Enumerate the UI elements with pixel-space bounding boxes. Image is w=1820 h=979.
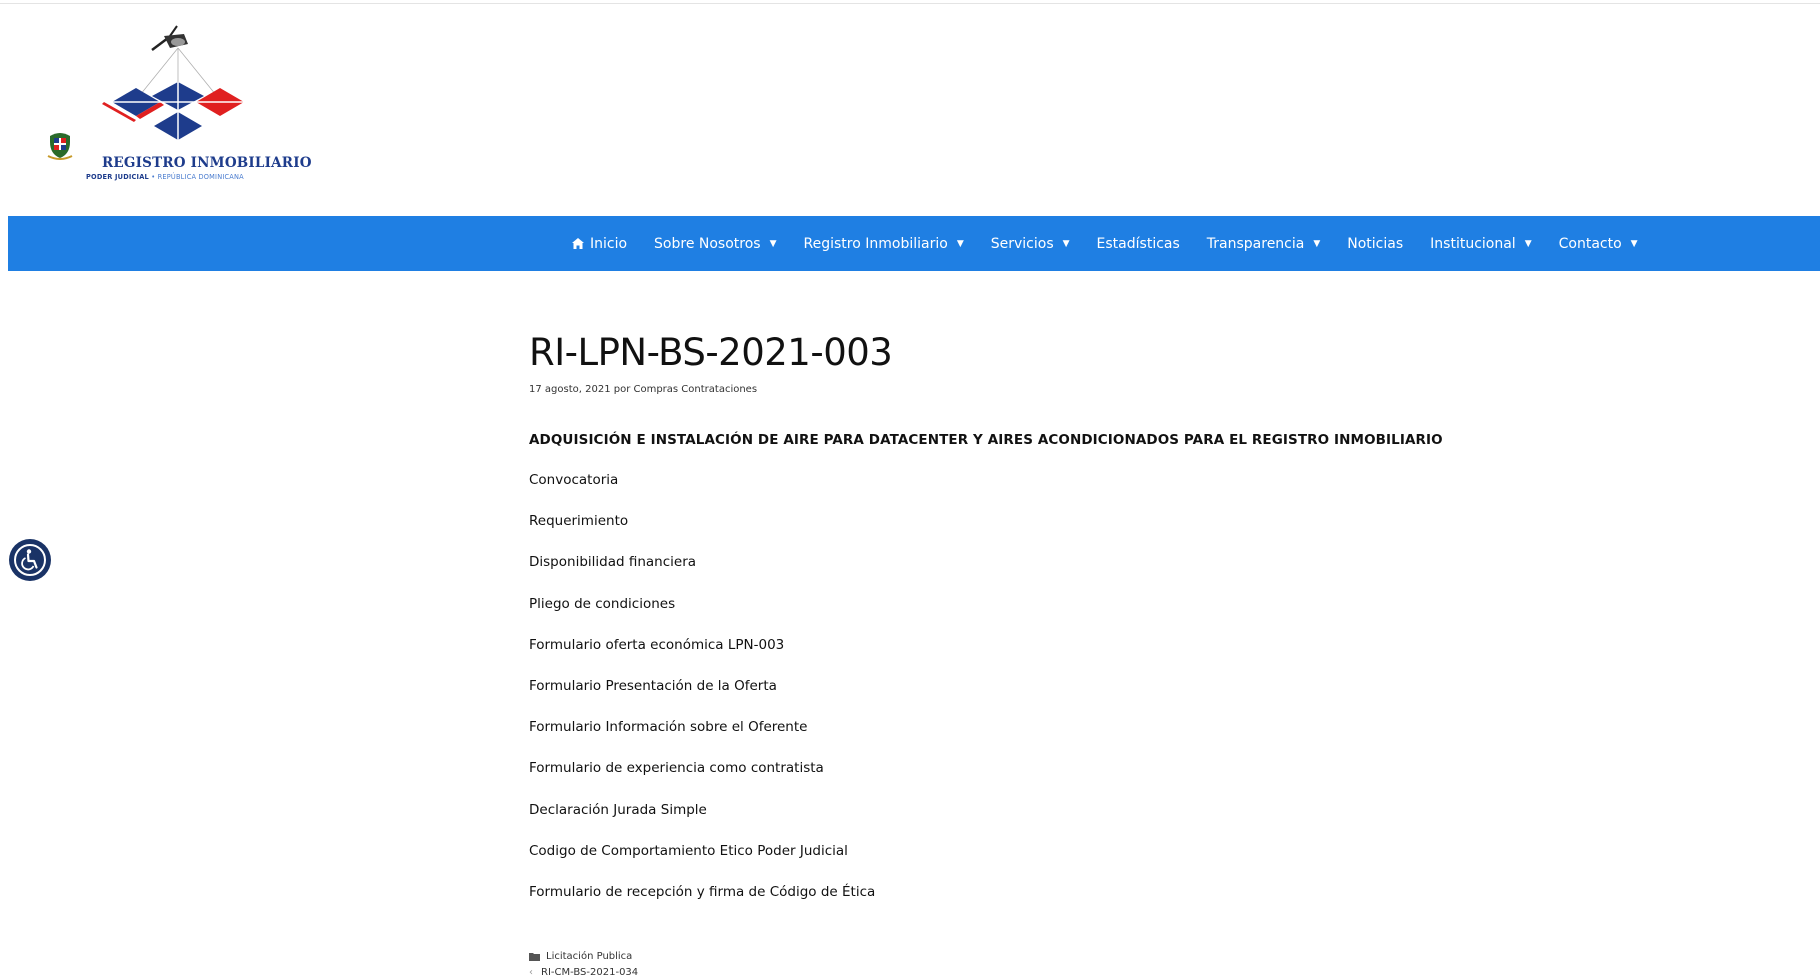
chevron-down-icon: ▼	[956, 238, 964, 249]
post-meta: 17 agosto, 2021 por Compras Contratacion…	[529, 384, 758, 395]
post-navigation: ‹ RI-CM-BS-2021-034	[529, 964, 638, 979]
nav-item-noticias[interactable]: Noticias	[1347, 236, 1403, 252]
nav-items: Inicio Sobre Nosotros ▼ Registro Inmobil…	[572, 216, 1665, 271]
chevron-down-icon: ▼	[1313, 238, 1321, 249]
nav-item-transparencia[interactable]: Transparencia ▼	[1207, 236, 1320, 252]
document-link[interactable]: Formulario Presentación de la Oferta	[529, 678, 875, 719]
document-link[interactable]: Formulario oferta económica LPN-003	[529, 637, 875, 678]
nav-item-servicios[interactable]: Servicios ▼	[991, 236, 1070, 252]
chevron-left-icon: ‹	[529, 966, 533, 978]
category-link[interactable]: Licitación Publica	[546, 951, 632, 962]
nav-item-label: Estadísticas	[1096, 235, 1180, 252]
document-link[interactable]: Disponibilidad financiera	[529, 554, 875, 595]
nav-item-label: Inicio	[590, 235, 628, 252]
logo-title: REGISTRO INMOBILIARIO	[102, 155, 312, 171]
coat-of-arms-icon	[47, 133, 73, 160]
nav-item-label: Institucional	[1430, 235, 1516, 252]
folder-icon	[529, 952, 540, 961]
top-divider	[0, 3, 1820, 4]
main-navigation: Inicio Sobre Nosotros ▼ Registro Inmobil…	[8, 216, 1820, 271]
logo-subtitle-country: • REPÚBLICA DOMINICANA	[148, 173, 244, 181]
post-footer: Licitación Publica ‹ RI-CM-BS-2021-034	[529, 948, 638, 979]
previous-post-link[interactable]: RI-CM-BS-2021-034	[541, 967, 638, 978]
nav-item-label: Noticias	[1347, 235, 1404, 252]
document-link[interactable]: Declaración Jurada Simple	[529, 802, 875, 843]
nav-item-label: Contacto	[1558, 235, 1622, 252]
accessibility-button[interactable]	[9, 539, 51, 581]
post-title: RI-LPN-BS-2021-003	[529, 331, 893, 374]
logo-subtitle: PODER JUDICIAL • REPÚBLICA DOMINICANA	[86, 173, 244, 181]
document-link[interactable]: Convocatoria	[529, 472, 875, 513]
nav-item-institucional[interactable]: Institucional ▼	[1430, 236, 1531, 252]
document-link[interactable]: Formulario de recepción y firma de Códig…	[529, 884, 875, 925]
nav-item-label: Registro Inmobiliario	[803, 235, 948, 252]
document-list: Convocatoria Requerimiento Disponibilida…	[529, 472, 875, 925]
post-category: Licitación Publica	[529, 948, 638, 964]
nav-item-label: Transparencia	[1206, 235, 1305, 252]
nav-item-contacto[interactable]: Contacto ▼	[1559, 236, 1638, 252]
logo-subtitle-org: PODER JUDICIAL	[86, 173, 149, 181]
site-logo[interactable]: REGISTRO INMOBILIARIO PODER JUDICIAL • R…	[44, 22, 311, 187]
post-heading: ADQUISICIÓN E INSTALACIÓN DE AIRE PARA D…	[529, 432, 1443, 448]
logo-emblem	[102, 25, 244, 140]
nav-item-estadisticas[interactable]: Estadísticas	[1097, 236, 1180, 252]
accessibility-icon	[14, 544, 46, 576]
document-link[interactable]: Formulario de experiencia como contratis…	[529, 760, 875, 801]
post-content: RI-LPN-BS-2021-003 17 agosto, 2021 por C…	[529, 331, 1529, 978]
document-link[interactable]: Formulario Información sobre el Oferente	[529, 719, 875, 760]
document-link[interactable]: Pliego de condiciones	[529, 596, 875, 637]
chevron-down-icon: ▼	[769, 238, 777, 249]
nav-item-sobre-nosotros[interactable]: Sobre Nosotros ▼	[654, 236, 776, 252]
chevron-down-icon: ▼	[1630, 238, 1638, 249]
home-icon	[572, 238, 584, 249]
nav-item-registro-inmobiliario[interactable]: Registro Inmobiliario ▼	[804, 236, 964, 252]
nav-item-label: Sobre Nosotros	[654, 235, 761, 252]
chevron-down-icon: ▼	[1062, 238, 1070, 249]
nav-item-label: Servicios	[990, 235, 1054, 252]
document-link[interactable]: Requerimiento	[529, 513, 875, 554]
chevron-down-icon: ▼	[1524, 238, 1532, 249]
document-link[interactable]: Codigo de Comportamiento Etico Poder Jud…	[529, 843, 875, 884]
nav-item-inicio[interactable]: Inicio	[572, 236, 627, 252]
